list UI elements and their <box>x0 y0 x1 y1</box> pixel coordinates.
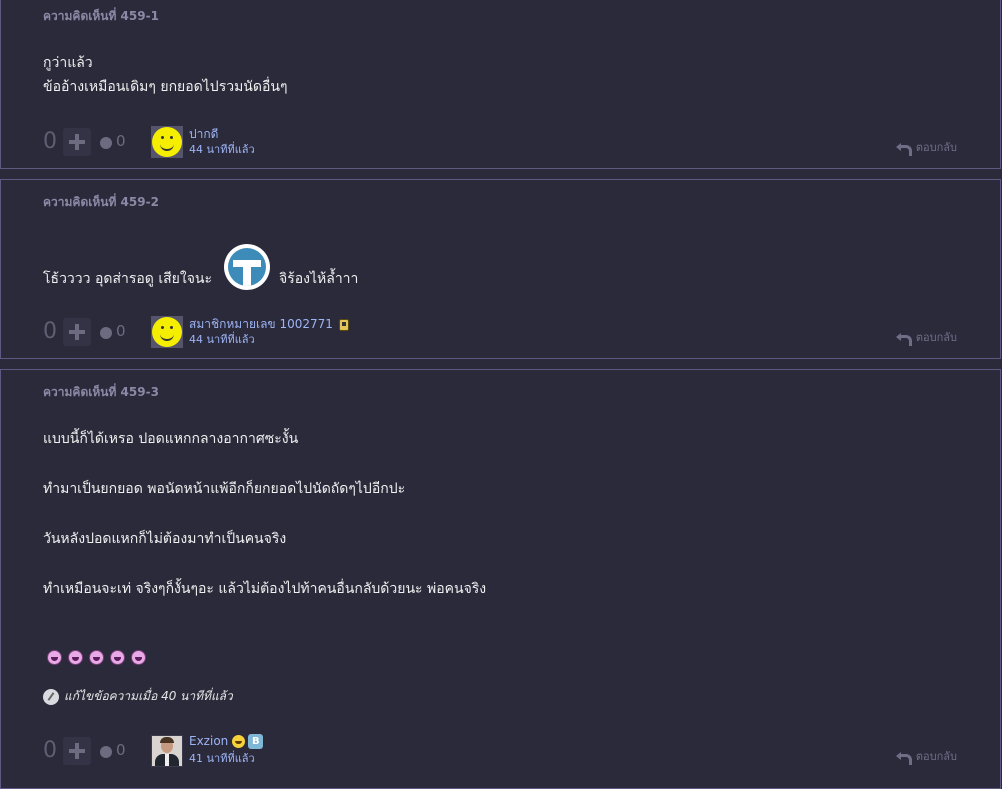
user-name-text: สมาชิกหมายเลข 1002771 <box>189 317 333 331</box>
reply-icon <box>895 332 912 346</box>
comment-footer: 0 0 สมาชิกหมายเลข 1002771 44 นาทีที่แล้ว… <box>43 316 973 350</box>
smiley-avatar-icon <box>152 127 182 157</box>
comment-text-line: กูว่าแล้ว <box>43 55 93 71</box>
reply-label: ตอบกลับ <box>915 331 957 344</box>
emotion-count: 0 <box>116 132 126 150</box>
comment-card: ความคิดเห็นที่ 459-3 แบบนี้ก็ได้เหรอ ปอด… <box>0 369 1001 789</box>
comment-text-line: วันหลังปอดแหกก็ไม่ต้องมาทำเป็นคนจริง <box>43 531 287 547</box>
reply-button[interactable]: ตอบกลับ <box>895 138 957 156</box>
edit-icon <box>43 688 59 705</box>
comment-text-line: ทำมาเป็นยกยอด พอนัดหน้าแพ้อีกก็ยกยอดไปนั… <box>43 481 406 497</box>
vote-count: 0 <box>43 738 57 763</box>
avatar[interactable] <box>151 316 183 348</box>
reply-label: ตอบกลับ <box>915 141 957 154</box>
plus-vote-button[interactable] <box>63 128 91 156</box>
user-name-text: Exzion <box>189 734 229 748</box>
edit-note-text: แก้ไขข้อความเมื่อ 40 นาทีที่แล้ว <box>64 689 233 703</box>
laugh-emoji-icon <box>131 650 146 665</box>
comment-text-line: โธ้วววว อุดส่ารอดู เสียใจนะ <box>43 271 212 287</box>
laugh-emoji-icon <box>110 650 125 665</box>
comment-footer: 0 0 Exzion B 41 นาทีที่แล้ว ตอบกลับ <box>43 734 973 769</box>
comment-time: 44 นาทีที่แล้ว <box>189 333 255 346</box>
reply-button[interactable]: ตอบกลับ <box>895 328 957 346</box>
smiley-avatar-icon <box>152 317 182 347</box>
vote-count: 0 <box>43 129 57 154</box>
comment-card: ความคิดเห็นที่ 459-2 โธ้วววว อุดส่ารอดู … <box>0 179 1001 359</box>
comment-time: 41 นาทีที่แล้ว <box>189 752 255 765</box>
avatar[interactable] <box>151 126 183 158</box>
comment-number: ความคิดเห็นที่ 459-2 <box>43 195 159 209</box>
reply-label: ตอบกลับ <box>915 750 957 763</box>
emotion-count: 0 <box>116 322 126 340</box>
laugh-emoji-icon <box>68 650 83 665</box>
emotion-icon[interactable] <box>100 137 112 149</box>
laugh-emoji-icon <box>89 650 104 665</box>
comment-text-line: ข้ออ้างเหมือนเดิมๆ ยกยอดไปรวมนัดอื่นๆ <box>43 79 288 95</box>
comment-footer: 0 0 ปากดี 44 นาทีที่แล้ว ตอบกลับ <box>43 126 973 160</box>
plus-vote-button[interactable] <box>63 318 91 346</box>
emotion-icon[interactable] <box>100 327 112 339</box>
comment-card: ความคิดเห็นที่ 459-1 กูว่าแล้ว ข้ออ้างเห… <box>0 0 1001 169</box>
user-name-link[interactable]: Exzion B <box>189 734 264 749</box>
user-photo <box>152 736 182 766</box>
sticker-icon <box>224 244 270 290</box>
comment-text-tail: จิร้องไห้ล้ำาา <box>279 271 359 287</box>
smile-badge-icon <box>232 735 246 748</box>
comment-time: 44 นาทีที่แล้ว <box>189 143 255 156</box>
b-badge-icon: B <box>248 734 264 749</box>
laugh-emoji-icon <box>47 650 62 665</box>
mobile-badge-icon <box>338 318 349 331</box>
emoji-row <box>47 650 146 665</box>
comment-number: ความคิดเห็นที่ 459-1 <box>43 9 159 23</box>
reply-button[interactable]: ตอบกลับ <box>895 747 957 765</box>
edit-note: แก้ไขข้อความเมื่อ 40 นาทีที่แล้ว <box>43 687 233 706</box>
vote-count: 0 <box>43 319 57 344</box>
emotion-count: 0 <box>116 741 126 759</box>
avatar[interactable] <box>151 735 183 767</box>
comment-text-line: แบบนี้ก็ได้เหรอ ปอดแหกกลางอากาศซะงั้น <box>43 431 299 447</box>
comment-number: ความคิดเห็นที่ 459-3 <box>43 385 159 399</box>
plus-vote-button[interactable] <box>63 737 91 765</box>
comment-text-line: ทำเหมือนจะเท่ จริงๆก็งั้นๆอะ แล้วไม่ต้อง… <box>43 581 487 597</box>
emotion-icon[interactable] <box>100 746 112 758</box>
reply-icon <box>895 142 912 156</box>
reply-icon <box>895 751 912 765</box>
